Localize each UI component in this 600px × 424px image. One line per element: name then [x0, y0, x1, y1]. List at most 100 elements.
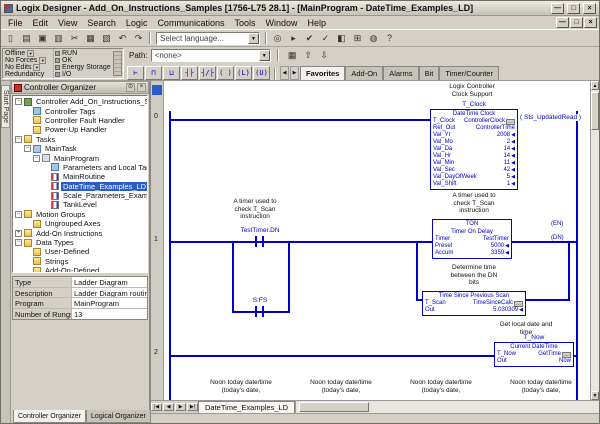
tree-item-power-up-handler[interactable]: Power-Up Handler	[13, 125, 147, 134]
tab-favorites[interactable]: Favorites	[300, 66, 345, 80]
toggle-bit-icon[interactable]: ◧	[334, 31, 349, 45]
datetime-clock-block[interactable]: DateTime ClockT_ClockControllerClock…Ref…	[430, 109, 518, 190]
menu-communications[interactable]: Communications	[152, 17, 229, 29]
prev-rung-icon[interactable]: ◀	[163, 403, 174, 411]
parameter-value[interactable]: 2	[507, 139, 510, 146]
sts-updatedread-coil[interactable]: Sts_UpdatedRead	[518, 114, 583, 121]
tree-item-controller-fault-handler[interactable]: Controller Fault Handler	[13, 116, 147, 125]
menu-help[interactable]: Help	[303, 17, 332, 29]
testtimer-dn-contact[interactable]	[255, 236, 264, 247]
tree-item-tasks[interactable]: −Tasks	[13, 135, 147, 144]
tree-item-maintask[interactable]: −MainTask	[13, 144, 147, 153]
zoom-icon[interactable]: ◍	[366, 31, 381, 45]
who-active-icon[interactable]: ▦	[285, 48, 300, 62]
tree-item-add-on-instructions[interactable]: +Add-On Instructions	[13, 228, 147, 237]
otl-coil-icon[interactable]: (L)	[235, 66, 252, 80]
parameter-value[interactable]: 42	[503, 167, 510, 174]
new-tag-icon[interactable]: ⊞	[350, 31, 365, 45]
mode-status[interactable]: Offline ▼	[5, 50, 53, 57]
edits-status[interactable]: No Edits ▼	[5, 64, 53, 71]
expander-icon[interactable]: −	[33, 155, 40, 162]
mdi-restore-button[interactable]: □	[570, 17, 583, 28]
rung-0-comment[interactable]: Logix Controller Clock Support	[412, 83, 532, 98]
menu-search[interactable]: Search	[82, 17, 121, 29]
t-clock-tag[interactable]: T_Clock	[430, 101, 518, 108]
testtimer-dn-contact-label[interactable]: TestTimer.DN	[220, 227, 300, 234]
property-value[interactable]: 13	[71, 309, 147, 320]
menu-window[interactable]: Window	[260, 17, 302, 29]
scrollbar-thumb[interactable]	[591, 92, 599, 130]
copy-icon[interactable]: ▦	[83, 31, 98, 45]
save-icon[interactable]: ▣	[35, 31, 50, 45]
go-last-rung-icon[interactable]: ▶|	[187, 403, 198, 411]
parameter-value[interactable]: 5	[507, 174, 510, 181]
parameter-value[interactable]: 5000	[491, 243, 504, 250]
parameter-value[interactable]: 14	[503, 146, 510, 153]
sfs-contact-label[interactable]: S:FS	[220, 297, 300, 304]
expander-icon[interactable]: −	[15, 136, 22, 143]
minimize-button[interactable]: —	[551, 3, 564, 14]
current-datetime-block[interactable]: Current DateTimeT_NowGetTime…OutNow	[494, 342, 574, 367]
rung-number[interactable]: 0	[154, 113, 158, 120]
parameter-value[interactable]: Now	[559, 358, 571, 365]
xio-contact-icon[interactable]: ┤/├	[199, 66, 216, 80]
path-select[interactable]: <none> ▼	[151, 49, 271, 62]
expander-icon[interactable]: −	[15, 239, 22, 246]
rung-comment[interactable]: Noon today date/time (today's date,	[394, 379, 488, 394]
download-icon[interactable]: ⇩	[317, 48, 332, 62]
print-icon[interactable]: ▥	[51, 31, 66, 45]
parameter-value[interactable]: 14	[503, 153, 510, 160]
forces-status[interactable]: No Forces ▼	[5, 57, 53, 64]
ote-coil-icon[interactable]: ( )	[217, 66, 234, 80]
tab-add-on[interactable]: Add-On	[345, 66, 383, 80]
verify-controller-icon[interactable]: ✔	[302, 31, 317, 45]
branch-icon[interactable]: ⊓	[145, 66, 162, 80]
menu-view[interactable]: View	[53, 17, 82, 29]
tree-item-mainroutine[interactable]: MainRoutine	[13, 172, 147, 181]
mdi-minimize-button[interactable]: —	[556, 17, 569, 28]
parameter-value[interactable]: 2008	[497, 132, 510, 139]
menu-file[interactable]: File	[3, 17, 28, 29]
expander-icon[interactable]: −	[15, 98, 22, 105]
routine-tab[interactable]: DateTime_Examples_LD	[198, 401, 295, 413]
pin-icon[interactable]: ⊙	[126, 83, 135, 92]
tab-scroll-right-icon[interactable]: ▶	[290, 66, 299, 80]
close-panel-icon[interactable]: ×	[137, 83, 146, 92]
undo-icon[interactable]: ↶	[115, 31, 130, 45]
rung-comment[interactable]: Noon today date/time (today's date,	[294, 379, 388, 394]
parameter-value[interactable]: 11	[504, 160, 510, 167]
tab-alarms[interactable]: Alarms	[383, 66, 418, 80]
tree-item-mainprogram[interactable]: −MainProgram	[13, 153, 147, 162]
start-page-tab[interactable]: Start Page	[1, 85, 10, 128]
expander-icon[interactable]: −	[15, 211, 22, 218]
forces-dropdown-arrow[interactable]: ▼	[39, 57, 46, 64]
new-file-icon[interactable]: ▯	[3, 31, 18, 45]
rung-number[interactable]: 1	[154, 236, 158, 243]
rung-comment[interactable]: Noon today date/time (today's date,	[494, 379, 588, 394]
property-value[interactable]: Ladder Diagram routine to test DateT	[71, 288, 147, 298]
tree-item-data-types[interactable]: −Data Types	[13, 238, 147, 247]
parameter-value[interactable]: ControllerTime	[476, 125, 515, 132]
edits-dropdown-arrow[interactable]: ▼	[33, 64, 40, 71]
mode-dropdown-arrow[interactable]: ▼	[27, 50, 34, 57]
language-select[interactable]: Select language... ▼	[156, 32, 260, 45]
cut-icon[interactable]: ✂	[67, 31, 82, 45]
ladder-canvas[interactable]: Logix Controller Clock Support T_Clock D…	[164, 81, 590, 400]
menu-edit[interactable]: Edit	[28, 17, 54, 29]
paste-icon[interactable]: ▧	[99, 31, 114, 45]
tree-item-datetime-examples-ld[interactable]: DateTime_Examples_LD	[13, 182, 147, 191]
rung-1-right-comment[interactable]: A timer used to check T_Scan instruction	[422, 192, 526, 215]
menu-tools[interactable]: Tools	[229, 17, 260, 29]
browse-button[interactable]: …	[506, 119, 515, 125]
parameter-value[interactable]: 3359	[491, 250, 504, 257]
tab-bit[interactable]: Bit	[419, 66, 440, 80]
scroll-up-icon[interactable]: ▲	[591, 81, 599, 90]
branch-level-icon[interactable]: ⊔	[163, 66, 180, 80]
language-dropdown-arrow[interactable]: ▼	[248, 33, 259, 44]
verify-routine-icon[interactable]: ✓	[318, 31, 333, 45]
otu-coil-icon[interactable]: (U)	[253, 66, 270, 80]
tree-item-controller-tags[interactable]: Controller Tags	[13, 106, 147, 115]
open-icon[interactable]: ▤	[19, 31, 34, 45]
tab-logical-organizer[interactable]: Logical Organizer	[86, 410, 151, 423]
parameter-value[interactable]: TimeSinceCalc	[473, 300, 513, 307]
